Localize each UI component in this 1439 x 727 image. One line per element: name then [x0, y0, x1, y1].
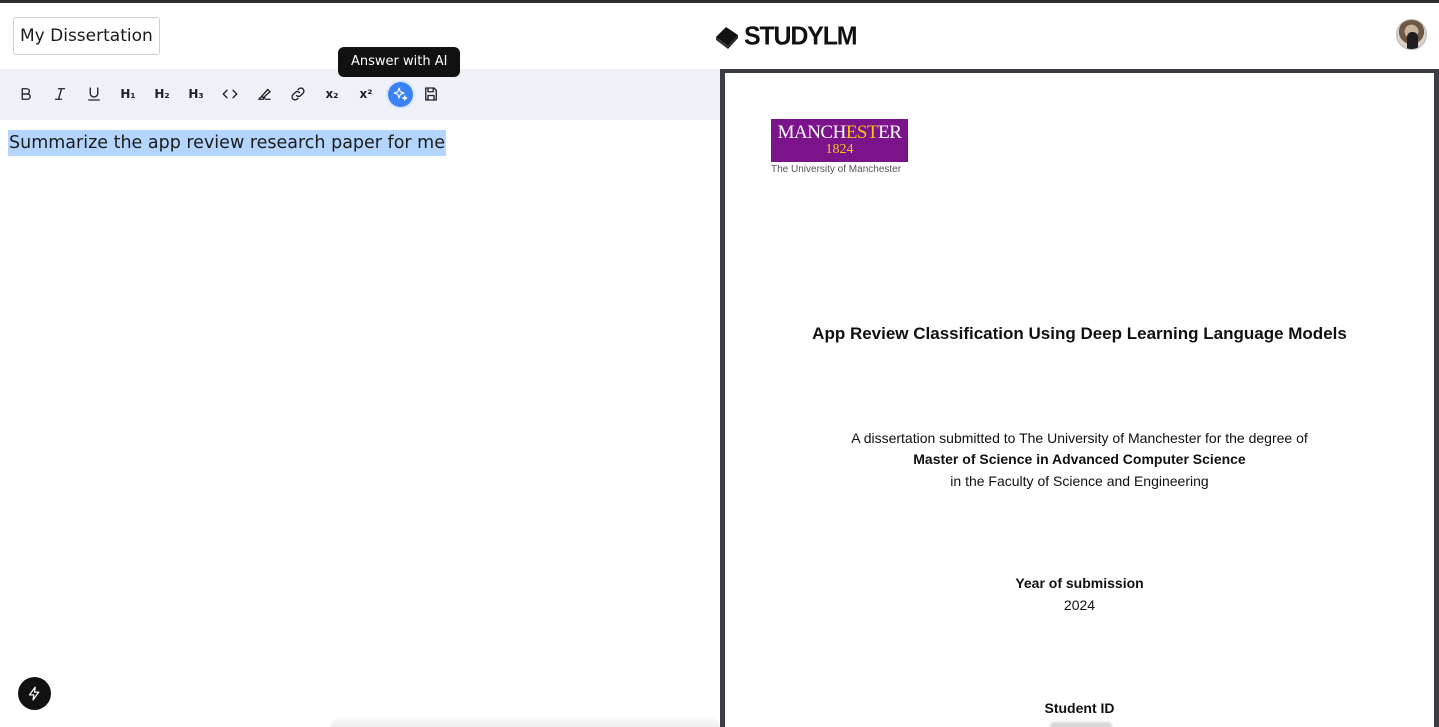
university-logo-subtitle: The University of Manchester [771, 164, 902, 175]
document-title-input[interactable]: My Dissertation [13, 17, 160, 55]
avatar-figure [1407, 32, 1418, 49]
submission-statement: A dissertation submitted to The Universi… [851, 430, 1308, 446]
year-value: 2024 [1063, 597, 1096, 613]
university-logo: MANCHESTER 1824 The University of Manche… [771, 119, 908, 175]
bold-icon [21, 88, 31, 100]
logo-name-part1: MANCH [777, 122, 847, 143]
heading-1-button[interactable]: H₁ [117, 83, 139, 105]
link-icon [291, 87, 305, 101]
brand-name: STUDYLM [744, 20, 858, 51]
code-button[interactable] [219, 83, 241, 105]
superscript-button[interactable]: x² [355, 83, 377, 105]
underline-button[interactable] [83, 83, 105, 105]
pdf-viewer[interactable]: MANCHESTER 1824 The University of Manche… [720, 69, 1439, 727]
top-bar: My Dissertation STUDYLM [0, 3, 1439, 69]
superscript-label: x² [359, 87, 373, 101]
lightning-bolt-icon [28, 686, 40, 701]
logo-name-part3: ER [878, 122, 902, 143]
book-logo-icon [716, 27, 738, 49]
highlight-button[interactable] [253, 83, 275, 105]
heading-3-button[interactable]: H₃ [185, 83, 207, 105]
sparkle-icon [393, 87, 408, 101]
university-logo-name: MANCHESTER [771, 123, 908, 143]
bold-button[interactable] [15, 83, 37, 105]
code-icon [222, 89, 238, 99]
university-logo-box: MANCHESTER 1824 [771, 119, 908, 162]
h3-label: H₃ [188, 87, 204, 101]
bottom-shadow [330, 715, 720, 727]
degree-name: Master of Science in Advanced Computer S… [913, 451, 1246, 467]
heading-2-button[interactable]: H₂ [151, 83, 173, 105]
highlighter-icon [258, 88, 271, 100]
pdf-page: MANCHESTER 1824 The University of Manche… [725, 73, 1434, 727]
answer-with-ai-button[interactable] [388, 82, 413, 107]
student-id-label: Student ID [1044, 700, 1115, 716]
selected-prompt-text[interactable]: Summarize the app review research paper … [8, 130, 446, 156]
h1-label: H₁ [120, 87, 136, 101]
year-label: Year of submission [1015, 575, 1144, 591]
subscript-button[interactable]: x₂ [321, 83, 343, 105]
text-editor[interactable]: Summarize the app review research paper … [0, 120, 720, 727]
app-window: My Dissertation STUDYLM H₁ H₂ H₃ x₂ x² A… [0, 0, 1439, 727]
university-logo-year: 1824 [825, 142, 854, 157]
italic-button[interactable] [49, 83, 71, 105]
underline-icon [88, 87, 100, 101]
quick-action-button[interactable] [18, 677, 51, 710]
save-icon [425, 87, 437, 101]
brand-logo[interactable]: STUDYLM [714, 20, 858, 51]
subscript-label: x₂ [325, 87, 339, 101]
ai-tooltip: Answer with AI [338, 47, 461, 77]
user-avatar[interactable] [1396, 19, 1427, 50]
save-button[interactable] [420, 83, 442, 105]
logo-name-part2: EST [845, 122, 879, 143]
h2-label: H₂ [154, 87, 170, 101]
student-id-value-redacted [1050, 722, 1112, 727]
link-button[interactable] [287, 83, 309, 105]
faculty-name: in the Faculty of Science and Engineerin… [950, 473, 1209, 489]
dissertation-title: App Review Classification Using Deep Lea… [812, 324, 1347, 343]
italic-icon [54, 88, 66, 100]
